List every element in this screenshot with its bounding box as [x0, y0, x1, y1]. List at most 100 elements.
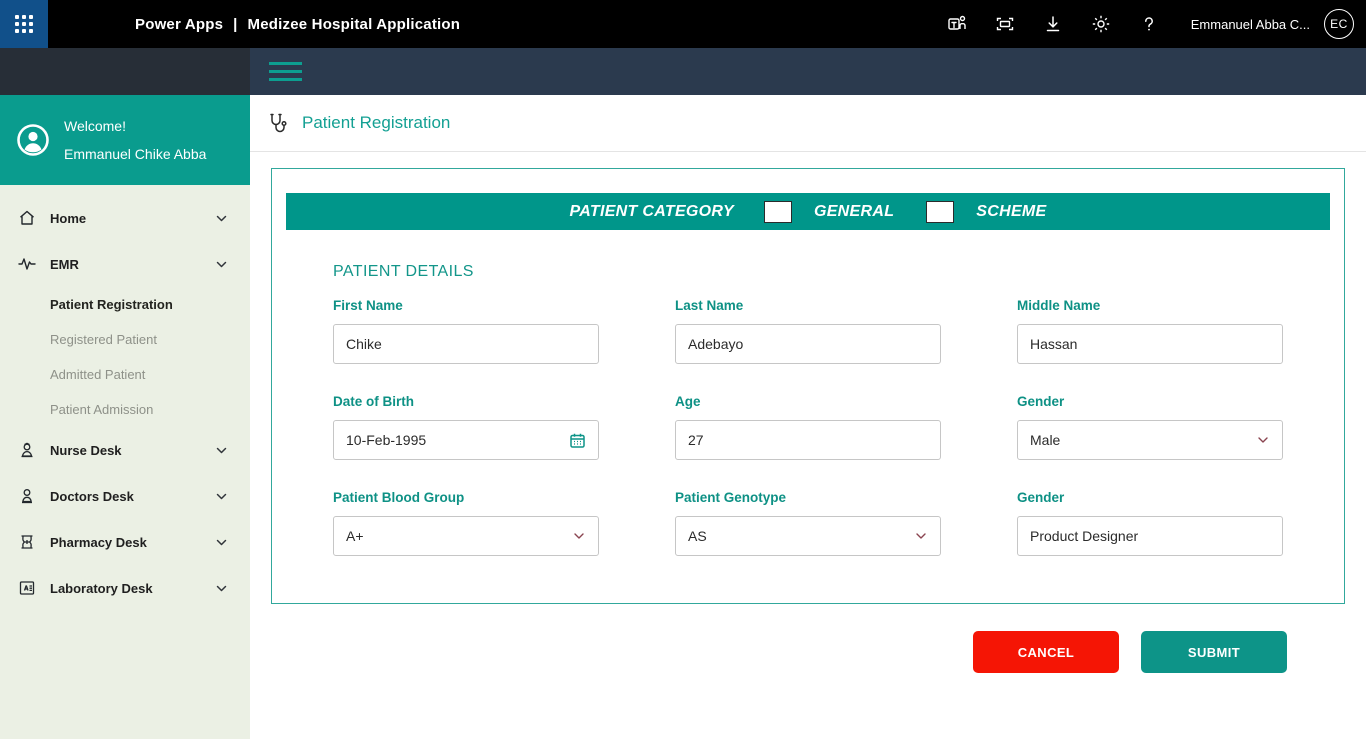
field-last-name: Last Name Adebayo: [675, 298, 941, 364]
sidebar-item-emr[interactable]: EMR: [0, 241, 250, 287]
app-title: Power Apps | Medizee Hospital Applicatio…: [135, 16, 460, 33]
patient-category-banner: PATIENT CATEGORY GENERAL SCHEME: [286, 193, 1330, 230]
last-name-input[interactable]: Adebayo: [675, 324, 941, 364]
top-app-bar: Power Apps | Medizee Hospital Applicatio…: [0, 0, 1366, 48]
current-user-name[interactable]: Emmanuel Abba C...: [1191, 17, 1310, 32]
page-header: Patient Registration: [250, 95, 1366, 152]
field-date-of-birth: Date of Birth 10-Feb-1995: [333, 394, 599, 460]
field-label: Middle Name: [1017, 298, 1283, 313]
field-middle-name: Middle Name Hassan: [1017, 298, 1283, 364]
age-input[interactable]: 27: [675, 420, 941, 460]
welcome-greeting: Welcome!: [64, 118, 206, 134]
cancel-button[interactable]: CANCEL: [973, 631, 1119, 673]
sidebar-item-doctors-desk[interactable]: Doctors Desk: [0, 473, 250, 519]
scheme-label: SCHEME: [976, 203, 1046, 221]
banner-title: PATIENT CATEGORY: [569, 203, 734, 221]
field-age: Age 27: [675, 394, 941, 460]
sidebar: Welcome! Emmanuel Chike Abba Home EMR: [0, 95, 250, 739]
field-value: Adebayo: [688, 336, 928, 352]
genotype-select[interactable]: AS: [675, 516, 941, 556]
waffle-grid-icon: [15, 15, 33, 33]
sidebar-item-registered-patient[interactable]: Registered Patient: [0, 322, 250, 357]
sidebar-item-patient-admission[interactable]: Patient Admission: [0, 392, 250, 427]
app-name: Power Apps: [135, 16, 223, 33]
scheme-checkbox[interactable]: [926, 201, 954, 223]
field-first-name: First Name Chike: [333, 298, 599, 364]
field-label: Age: [675, 394, 941, 409]
sidebar-item-label: EMR: [50, 257, 79, 272]
fit-screen-icon[interactable]: [981, 0, 1029, 48]
chevron-down-icon[interactable]: [215, 582, 228, 595]
user-avatar-icon: [16, 123, 50, 157]
laboratory-icon: [18, 579, 36, 597]
teams-icon[interactable]: [933, 0, 981, 48]
sidebar-item-nurse-desk[interactable]: Nurse Desk: [0, 427, 250, 473]
avatar[interactable]: EC: [1324, 9, 1354, 39]
field-value: Product Designer: [1030, 528, 1270, 544]
section-title: PATIENT DETAILS: [333, 263, 1344, 281]
sidebar-item-label: Nurse Desk: [50, 443, 122, 458]
chevron-down-icon[interactable]: [215, 212, 228, 225]
chevron-down-icon[interactable]: [215, 258, 228, 271]
emr-submenu: Patient Registration Registered Patient …: [0, 287, 250, 427]
help-icon[interactable]: [1125, 0, 1173, 48]
field-value: AS: [688, 528, 914, 544]
pharmacy-icon: [18, 533, 36, 551]
sidebar-item-label: Home: [50, 211, 86, 226]
secondary-nav-bar: [0, 48, 1366, 95]
app-launcher-waffle-icon[interactable]: [0, 0, 48, 48]
stethoscope-icon: [267, 112, 289, 134]
general-label: GENERAL: [814, 203, 894, 221]
field-label: Gender: [1017, 490, 1283, 505]
first-name-input[interactable]: Chike: [333, 324, 599, 364]
sidebar-item-pharmacy-desk[interactable]: Pharmacy Desk: [0, 519, 250, 565]
form-actions: CANCEL SUBMIT: [250, 631, 1366, 673]
field-gender-occupation: Gender Product Designer: [1017, 490, 1283, 556]
field-label: Patient Genotype: [675, 490, 941, 505]
middle-name-input[interactable]: Hassan: [1017, 324, 1283, 364]
submit-button[interactable]: SUBMIT: [1141, 631, 1287, 673]
field-value: Male: [1030, 432, 1256, 448]
gender-occupation-input[interactable]: Product Designer: [1017, 516, 1283, 556]
sidebar-item-label: Laboratory Desk: [50, 581, 153, 596]
general-checkbox[interactable]: [764, 201, 792, 223]
chevron-down-icon: [914, 529, 928, 543]
chevron-down-icon: [1256, 433, 1270, 447]
title-separator: |: [233, 16, 237, 33]
hamburger-menu-icon[interactable]: [265, 53, 306, 90]
main-content: Patient Registration PATIENT CATEGORY GE…: [250, 95, 1366, 739]
nurse-icon: [18, 441, 36, 459]
page-title: Patient Registration: [302, 113, 450, 133]
chevron-down-icon[interactable]: [215, 444, 228, 457]
field-gender: Gender Male: [1017, 394, 1283, 460]
welcome-user-name: Emmanuel Chike Abba: [64, 146, 206, 162]
field-label: Date of Birth: [333, 394, 599, 409]
blood-group-select[interactable]: A+: [333, 516, 599, 556]
date-of-birth-input[interactable]: 10-Feb-1995: [333, 420, 599, 460]
patient-details-grid: First Name Chike Last Name Adebayo Middl…: [333, 298, 1344, 556]
registration-form-card: PATIENT CATEGORY GENERAL SCHEME PATIENT …: [271, 168, 1345, 604]
sidebar-item-laboratory-desk[interactable]: Laboratory Desk: [0, 565, 250, 611]
sidebar-item-admitted-patient[interactable]: Admitted Patient: [0, 357, 250, 392]
field-label: First Name: [333, 298, 599, 313]
chevron-down-icon[interactable]: [215, 536, 228, 549]
download-icon[interactable]: [1029, 0, 1077, 48]
home-icon: [18, 209, 36, 227]
emr-activity-icon: [18, 255, 36, 273]
sidebar-item-home[interactable]: Home: [0, 195, 250, 241]
field-value: 27: [688, 432, 928, 448]
sidebar-item-label: Doctors Desk: [50, 489, 134, 504]
app-subtitle: Medizee Hospital Application: [248, 16, 461, 33]
field-value: Hassan: [1030, 336, 1270, 352]
gender-select[interactable]: Male: [1017, 420, 1283, 460]
chevron-down-icon: [572, 529, 586, 543]
field-value: Chike: [346, 336, 586, 352]
sidebar-item-patient-registration[interactable]: Patient Registration: [0, 287, 250, 322]
settings-icon[interactable]: [1077, 0, 1125, 48]
calendar-icon[interactable]: [569, 432, 586, 449]
chevron-down-icon[interactable]: [215, 490, 228, 503]
doctor-icon: [18, 487, 36, 505]
field-value: 10-Feb-1995: [346, 432, 569, 448]
field-blood-group: Patient Blood Group A+: [333, 490, 599, 556]
field-genotype: Patient Genotype AS: [675, 490, 941, 556]
